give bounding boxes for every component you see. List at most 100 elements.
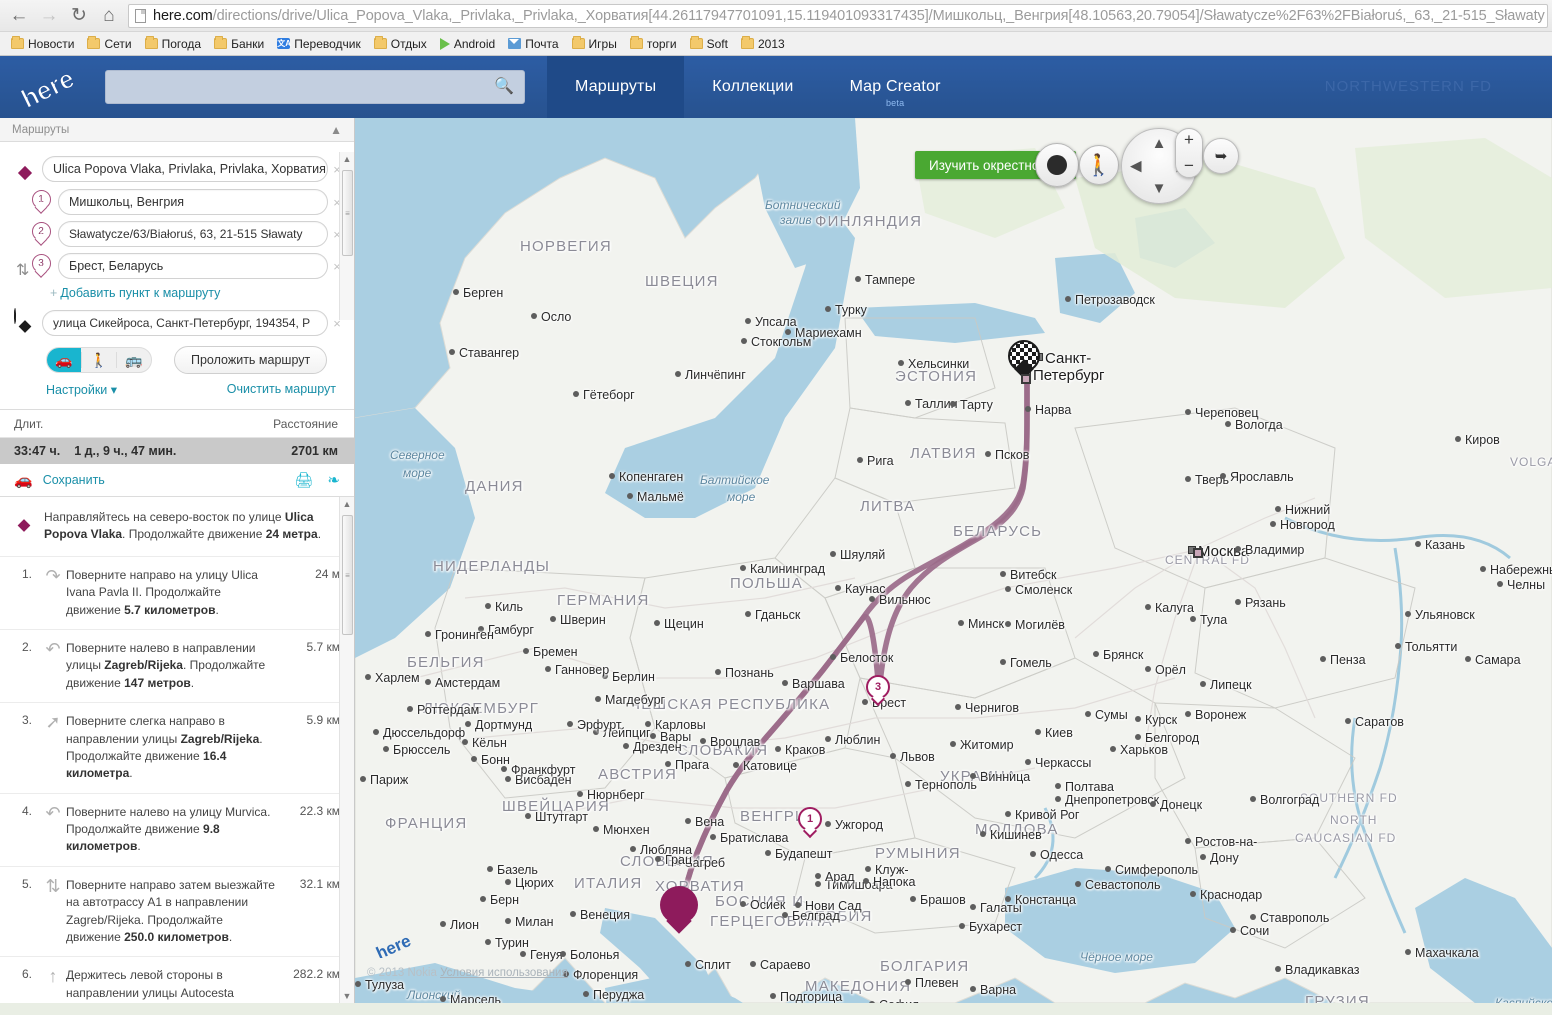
map-label: Белгород — [1145, 731, 1199, 745]
pan-left-icon[interactable]: ◀ — [1130, 159, 1142, 174]
bookmark-otdyh[interactable]: Отдых — [369, 35, 432, 53]
map-label: Тольятти — [1405, 640, 1457, 654]
folder-icon — [572, 38, 585, 49]
maneuver-item[interactable]: 5. ⇅ Поверните направо затем выезжайте н… — [0, 867, 354, 958]
zoom-out-button[interactable]: − — [1184, 156, 1194, 176]
bookmark-android[interactable]: Android — [435, 35, 500, 53]
compass-icon[interactable] — [1035, 143, 1079, 187]
map-label: Хельсинки — [908, 357, 969, 371]
maneuver-list[interactable]: Направляйтесь на северо-восток по улице … — [0, 497, 354, 1003]
add-waypoint-button[interactable]: +Добавить пункт к маршруту — [0, 282, 354, 306]
directions-panel: Маршруты ▲ ⇅ Ulica Popova Vlaka, Privlak… — [0, 118, 355, 1003]
settings-dropdown[interactable]: Настройки ▾ — [46, 382, 117, 397]
map-label: ФРАНЦИЯ — [385, 815, 467, 832]
bookmark-torgi[interactable]: торги — [625, 35, 682, 53]
map-label: Бонн — [481, 753, 510, 767]
home-icon[interactable]: ⌂ — [94, 2, 124, 30]
maneuver-item[interactable]: 6. ↑ Держитесь левой стороны в направлен… — [0, 957, 354, 1003]
mode-walk-icon[interactable]: 🚶 — [82, 348, 116, 372]
scrollbar-thumb[interactable]: ≡ — [342, 515, 353, 635]
map-viewport[interactable]: НОРВЕГИЯШВЕЦИЯФИНЛЯНДИЯБотническийзаливЭ… — [355, 118, 1552, 1003]
map-canvas[interactable]: НОРВЕГИЯШВЕЦИЯФИНЛЯНДИЯБотническийзаливЭ… — [355, 118, 1552, 1003]
bookmark-soft[interactable]: Soft — [685, 35, 733, 53]
scroll-down-icon[interactable]: ▼ — [340, 989, 354, 1003]
map-label: Калуга — [1155, 601, 1194, 615]
terms-link[interactable]: Условия использования — [440, 967, 568, 979]
search-box[interactable]: 🔍 — [105, 70, 525, 104]
tab-routes[interactable]: Маршруты — [547, 56, 684, 118]
bookmark-label: торги — [647, 37, 677, 51]
printer-icon[interactable]: 🖨 — [294, 471, 313, 489]
zoom-in-button[interactable]: + — [1184, 130, 1194, 150]
scroll-up-icon[interactable]: ▲ — [340, 152, 354, 166]
bookmark-seti[interactable]: Сети — [82, 35, 136, 53]
city-marker-moscow — [1193, 548, 1203, 558]
chevron-up-icon[interactable]: ▲ — [330, 123, 342, 137]
route-icon[interactable]: ➥ — [1203, 138, 1239, 174]
folder-icon — [87, 38, 100, 49]
here-logo-icon: here — [16, 67, 90, 107]
zoom-control[interactable]: + − — [1175, 128, 1203, 178]
map-label: Констанца — [1015, 893, 1076, 907]
back-arrow-icon[interactable]: ← — [4, 2, 34, 30]
search-input[interactable] — [116, 80, 494, 95]
address-bar[interactable]: here.com/directions/drive/Ulica_Popova_V… — [128, 4, 1548, 28]
maneuver-item[interactable]: 3. ➚ Поверните слегка направо в направле… — [0, 703, 354, 794]
search-icon[interactable]: 🔍 — [494, 79, 514, 95]
tab-collections[interactable]: Коллекции — [684, 56, 821, 118]
slight-right-icon: ➚ — [40, 713, 66, 731]
pan-down-icon[interactable]: ▼ — [1152, 181, 1167, 196]
waypoint-3-input[interactable]: Брест, Беларусь — [58, 253, 328, 279]
bookmark-novosti[interactable]: Новости — [6, 35, 79, 53]
map-marker-1[interactable]: 1 — [798, 807, 822, 838]
scroll-up-icon[interactable]: ▲ — [340, 497, 354, 511]
city-marker — [700, 738, 706, 744]
calculate-route-button[interactable]: Проложить маршрут — [174, 346, 327, 374]
street-view-icon[interactable]: 🚶 — [1079, 145, 1119, 185]
map-label: БЕЛЬГИЯ — [407, 654, 485, 671]
city-marker — [654, 620, 660, 626]
origin-pin-icon — [14, 155, 36, 183]
maneuvers-scrollbar[interactable]: ▲ ≡ ▼ — [339, 497, 354, 1003]
save-route-button[interactable]: Сохранить — [43, 473, 281, 487]
summary-row[interactable]: 33:47 ч. 1 д., 9 ч., 47 мин. 2701 км — [0, 438, 354, 464]
map-marker-3[interactable]: 3 — [866, 675, 890, 706]
destination-input[interactable]: улица Сикейроса, Санкт-Петербург, 194354… — [42, 310, 328, 336]
bookmark-2013[interactable]: 2013 — [736, 35, 790, 53]
map-marker-origin[interactable] — [660, 886, 698, 934]
reload-icon[interactable]: ↻ — [64, 2, 94, 30]
here-logo[interactable]: here — [0, 67, 95, 107]
waypoint-2-pin-icon: 2 — [31, 222, 51, 246]
map-label: Берн — [490, 893, 519, 907]
share-icon[interactable]: ❧ — [327, 471, 340, 489]
city-marker — [898, 360, 904, 366]
waypoints-scrollbar[interactable]: ▲ ≡ — [339, 152, 354, 320]
waypoint-2-input[interactable]: Sławatycze/63/Białoruś, 63, 21-515 Sława… — [58, 221, 328, 247]
swap-vertical-icon[interactable]: ⇅ — [16, 260, 29, 280]
map-label: Эрфурт — [577, 718, 622, 732]
maneuver-item[interactable]: 2. ↶ Поверните налево в направлении улиц… — [0, 630, 354, 703]
bookmark-pogoda[interactable]: Погода — [140, 35, 207, 53]
map-label: Харьков — [1120, 743, 1168, 757]
maneuver-item[interactable]: 4. ↶ Поверните налево на улицу Murvica. … — [0, 794, 354, 867]
bookmark-igry[interactable]: Игры — [567, 35, 622, 53]
mode-car-icon[interactable]: 🚗 — [47, 348, 81, 372]
pan-up-icon[interactable]: ▲ — [1152, 136, 1167, 151]
clear-route-button[interactable]: Очистить маршрут — [227, 382, 336, 397]
origin-input[interactable]: Ulica Popova Vlaka, Privlaka, Privlaka, … — [42, 156, 328, 182]
tab-map-creator[interactable]: Map Creator beta — [822, 56, 969, 118]
bookmark-banki[interactable]: Банки — [209, 35, 269, 53]
bookmark-label: Игры — [589, 37, 617, 51]
city-marker — [487, 866, 493, 872]
bookmark-pochta[interactable]: Почта — [503, 35, 563, 53]
waypoint-1-input[interactable]: Мишкольц, Венгрия — [58, 189, 328, 215]
mode-transit-icon[interactable]: 🚌 — [117, 348, 151, 372]
map-label: Тернополь — [915, 778, 977, 792]
maneuver-intro[interactable]: Направляйтесь на северо-восток по улице … — [0, 497, 354, 557]
bookmark-perevodchik[interactable]: 文AПереводчик — [272, 35, 366, 53]
city-marker — [1075, 881, 1081, 887]
city-marker — [959, 923, 965, 929]
scrollbar-thumb[interactable]: ≡ — [342, 170, 353, 256]
forward-arrow-icon[interactable]: → — [34, 2, 64, 30]
maneuver-item[interactable]: 1. ↷ Поверните направо на улицу Ulica Iv… — [0, 557, 354, 630]
